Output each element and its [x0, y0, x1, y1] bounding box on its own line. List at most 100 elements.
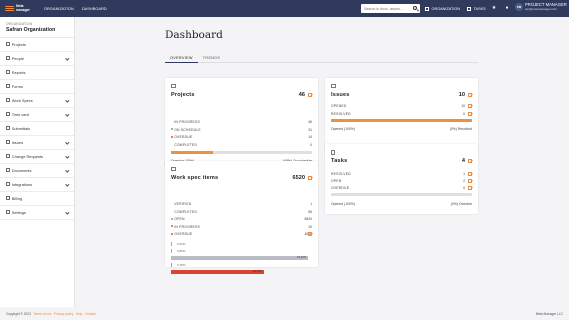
- sidebar-item-change-requests[interactable]: Change Requests: [0, 150, 74, 164]
- sidebar-item-reports[interactable]: Reports: [0, 66, 74, 80]
- status-dot: [171, 210, 173, 212]
- chevron-down-icon[interactable]: [65, 209, 70, 214]
- tasks-row-text: RESOLVED: [331, 172, 351, 176]
- issues-foot-left: Opened (100%): [331, 127, 355, 131]
- sidebar-item-forms[interactable]: Forms: [0, 80, 74, 94]
- sidebar-item-issues[interactable]: Issues: [0, 136, 74, 150]
- projects-row-value: 14: [308, 135, 312, 139]
- projects-open-icon[interactable]: [308, 93, 312, 97]
- projects-row-text: COMPLETED: [174, 142, 198, 147]
- chevron-down-icon[interactable]: [65, 153, 70, 158]
- issue-icon: [6, 140, 10, 144]
- projects-row-label: ON SCHEDULE: [171, 128, 201, 132]
- chevron-down-icon[interactable]: [65, 111, 70, 116]
- sidebar-item-label: Billing: [11, 195, 23, 201]
- bell-icon[interactable]: ●: [504, 5, 510, 11]
- footer-link-contact[interactable]: Contact: [85, 312, 96, 316]
- issues-row-label: RESOLVED: [331, 112, 351, 116]
- work_spec-row-value: 56: [308, 209, 312, 214]
- sidebar-item-integrations[interactable]: Integrations: [0, 178, 74, 192]
- sidebar-item-label: Work Specs: [11, 97, 33, 103]
- work-spec-card: Work spec items 6520 VERIFIED 1 COMPLETED 5…: [165, 161, 318, 274]
- search-input[interactable]: [364, 6, 410, 11]
- issues-progress-fill: [331, 119, 472, 122]
- top-bar: Meta manager ORGANIZATION DASHBOARD ORGA…: [0, 0, 569, 17]
- tasks-icon: [467, 6, 471, 11]
- header-tasks-link[interactable]: TASKS: [467, 0, 486, 17]
- work_spec-row-label: OVERDUE: [171, 232, 192, 236]
- issues-progress-bar: [331, 119, 472, 122]
- tasks-open-icon[interactable]: [468, 159, 472, 163]
- topnav-dashboard[interactable]: DASHBOARD: [82, 7, 107, 11]
- footer: Copyright © 2023 Terms of use Privacy po…: [0, 307, 569, 320]
- status-dot: [171, 121, 173, 123]
- sidebar-item-documents[interactable]: Documents: [0, 164, 74, 178]
- work_spec-row-text: OPEN: [174, 217, 185, 221]
- projects-count: 46: [298, 92, 305, 98]
- chevron-down-icon[interactable]: [65, 97, 70, 102]
- projects-row-value: 0: [310, 142, 312, 147]
- clock-icon: [6, 112, 10, 116]
- header-tasks-label: TASKS: [473, 6, 486, 11]
- issues-open-icon[interactable]: [468, 93, 472, 97]
- sidebar-item-work-specs[interactable]: Work Specs: [0, 94, 74, 108]
- star-icon[interactable]: ★: [491, 5, 497, 11]
- logo-mark-icon: [4, 6, 15, 11]
- chevron-down-icon[interactable]: [65, 55, 70, 60]
- footer-link-privacy[interactable]: Privacy policy: [54, 312, 74, 316]
- projects-row-text: IN PROGRESS: [174, 120, 200, 124]
- user-email: pm@metamanager.com: [525, 6, 558, 11]
- tasks-title: Tasks: [331, 158, 348, 164]
- chevron-down-icon[interactable]: [65, 181, 70, 186]
- sidebar-item-submittals[interactable]: Submittals: [0, 122, 74, 136]
- status-dot: [171, 232, 173, 235]
- sidebar-item-settings[interactable]: Settings: [0, 206, 74, 220]
- spec-bar-row: 0.02%: [171, 242, 312, 246]
- search-icon[interactable]: [413, 6, 417, 10]
- logo[interactable]: Meta manager: [4, 4, 40, 12]
- tasks-row-open-icon[interactable]: [468, 171, 472, 176]
- tasks-foot-left: Opened (100%): [331, 202, 355, 206]
- chevron-down-icon[interactable]: [65, 139, 70, 144]
- user-menu[interactable]: PM PROJECT MANAGER pm@metamanager.com: [515, 2, 567, 11]
- sidebar-item-projects[interactable]: Projects: [0, 38, 74, 52]
- header-organization-link[interactable]: ORGANIZATION: [425, 0, 460, 17]
- topnav-organization[interactable]: ORGANIZATION: [44, 7, 74, 11]
- search-box[interactable]: [361, 4, 420, 13]
- tasks-row-open-icon[interactable]: [468, 178, 472, 183]
- tasks-row-label: OPEN: [331, 179, 341, 183]
- tab-trends[interactable]: TRENDS: [198, 53, 225, 63]
- issues-row-open-icon[interactable]: [468, 111, 472, 116]
- org-label: ORGANIZATION: [6, 22, 33, 26]
- work_spec-row-text: VERIFIED: [174, 202, 192, 206]
- sidebar-item-label: Issues: [11, 139, 24, 145]
- tab-overview[interactable]: OVERVIEW: [165, 53, 198, 63]
- spec-bar: [171, 242, 172, 246]
- spec-bar: 97.12%: [171, 256, 308, 260]
- status-dot: [171, 143, 173, 145]
- footer-link-help[interactable]: Help: [76, 312, 83, 316]
- gear-icon: [6, 210, 10, 214]
- work-spec-open-icon[interactable]: [308, 176, 312, 180]
- work-spec-overdue-open-icon[interactable]: [308, 231, 312, 236]
- sidebar-item-billing[interactable]: Billing: [0, 192, 74, 206]
- tasks-row-value: 0: [463, 186, 465, 190]
- projects-row-label: IN PROGRESS: [171, 120, 200, 124]
- projects-row-text: OVERDUE: [174, 135, 193, 139]
- spec-bar-row: 0.15%: [171, 263, 312, 267]
- work_spec-row-label: VERIFIED: [171, 202, 191, 206]
- projects-card: Projects 46 IN PROGRESS 46 ON SCHEDULE 31 OV…: [165, 78, 318, 168]
- plug-icon: [6, 182, 10, 186]
- sidebar-item-people[interactable]: People: [0, 52, 74, 66]
- chevron-down-icon[interactable]: [65, 167, 70, 172]
- main-content: Dashboard OVERVIEW TRENDS Projects 46 IN…: [75, 17, 569, 307]
- sidebar-item-label: Change Requests: [11, 153, 43, 159]
- form-icon: [6, 84, 10, 88]
- issues-card: Issues 10 OPENED 10 RESOLVED 0 Opened (100%…: [325, 78, 478, 154]
- spec-bar-label: 97.12%: [297, 256, 306, 259]
- issues-row-open-icon[interactable]: [468, 103, 472, 108]
- footer-link-terms[interactable]: Terms of use: [33, 312, 51, 316]
- issues-row-text: RESOLVED: [331, 112, 351, 116]
- sidebar-item-time-card[interactable]: Time card: [0, 108, 74, 122]
- tasks-row-open-icon[interactable]: [468, 185, 472, 190]
